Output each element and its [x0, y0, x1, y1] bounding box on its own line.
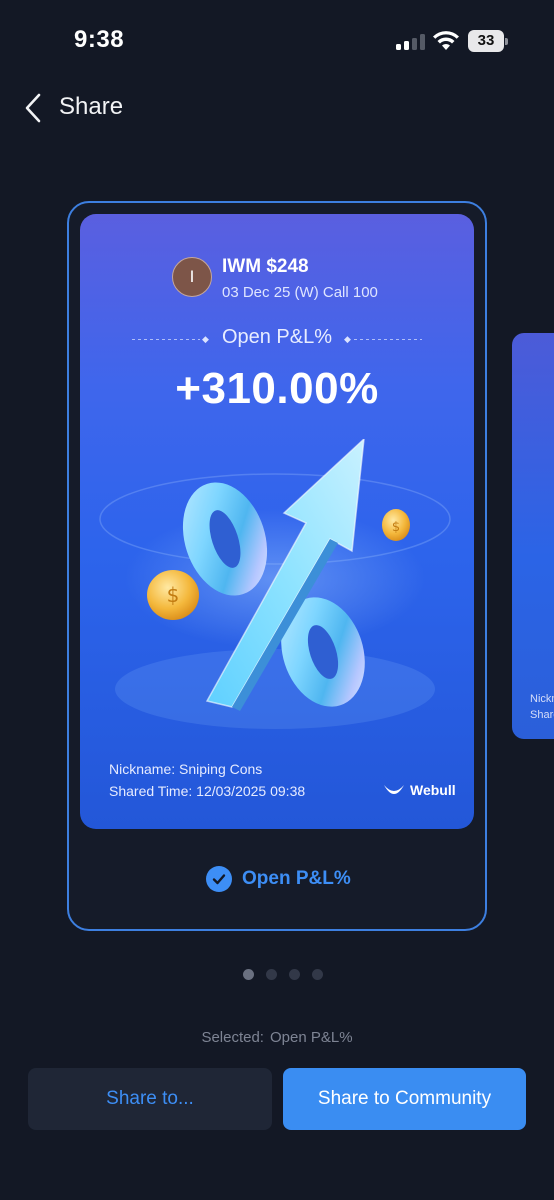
page-dot-2[interactable]	[266, 969, 277, 980]
share-to-button[interactable]: Share to...	[28, 1068, 272, 1130]
diamond-right-icon: ◆	[344, 334, 351, 344]
page-dot-4[interactable]	[312, 969, 323, 980]
divider-right	[354, 339, 422, 340]
back-chevron-icon[interactable]	[22, 92, 46, 124]
pnl-value: +310.00%	[175, 364, 379, 413]
webull-logo: Webull	[383, 780, 456, 800]
page-dot-1[interactable]	[243, 969, 254, 980]
ticker-title: IWM $248	[222, 256, 309, 277]
wifi-icon	[433, 31, 459, 50]
status-time: 9:38	[74, 26, 125, 53]
nickname-text: Nickname: Sniping Cons	[109, 761, 263, 777]
checkmark-icon	[206, 866, 232, 892]
selected-summary: Selected: Open P&L%	[0, 1029, 554, 1046]
avatar: I	[172, 257, 212, 297]
share-to-community-button[interactable]: Share to Community	[283, 1068, 526, 1130]
next-card-nickname: Nickn	[530, 693, 554, 705]
next-card-shared-time: Share	[530, 709, 554, 721]
pnl-label: Open P&L%	[221, 326, 333, 348]
shared-time-text: Shared Time: 12/03/2025 09:38	[109, 783, 306, 799]
webull-bull-icon	[384, 785, 404, 794]
webull-brand-text: Webull	[410, 782, 456, 798]
svg-text:$: $	[167, 583, 180, 607]
share-card: I IWM $248 03 Dec 25 (W) Call 100 ◆ Open…	[80, 214, 474, 829]
carousel-pagination	[243, 969, 323, 980]
open-pnl-option[interactable]: Open P&L%	[206, 866, 351, 892]
selected-prefix: Selected:	[201, 1029, 264, 1046]
option-label: Open P&L%	[242, 868, 351, 889]
selected-value: Open P&L%	[269, 1029, 353, 1046]
battery-indicator: 33	[468, 30, 508, 52]
contract-details: 03 Dec 25 (W) Call 100	[222, 284, 378, 301]
page-dot-3[interactable]	[289, 969, 300, 980]
next-share-card[interactable]: Nickn Share	[512, 333, 554, 739]
svg-text:$: $	[392, 520, 400, 535]
cellular-signal-icon	[396, 34, 426, 50]
page-title: Share	[59, 93, 124, 120]
percent-arrow-illustration: $ $	[99, 439, 451, 729]
